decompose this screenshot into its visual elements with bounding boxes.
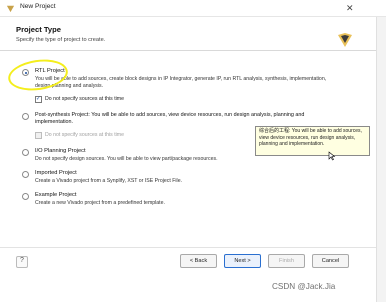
watermark: CSDN @Jack.Jia [272, 282, 336, 291]
mouse-cursor-icon [328, 151, 336, 161]
window-title: New Project [20, 3, 56, 10]
vivado-logo [338, 33, 352, 47]
option-example-project[interactable]: Example Project Create a new Vivado proj… [22, 191, 352, 207]
next-button[interactable]: Next > [224, 254, 261, 268]
back-button[interactable]: < Back [180, 254, 217, 268]
help-icon[interactable] [16, 256, 28, 268]
close-icon[interactable]: ✕ [346, 2, 354, 14]
radio-post-synthesis[interactable] [22, 113, 29, 120]
radio-io-planning[interactable] [22, 149, 29, 156]
option-label: Post-synthesis Project: You will be able… [35, 112, 305, 125]
option-label: Example Project [35, 192, 77, 198]
scrollbar[interactable] [376, 17, 386, 302]
radio-example[interactable] [22, 193, 29, 200]
radio-imported[interactable] [22, 171, 29, 178]
page-title: Project Type [16, 25, 62, 34]
wizard-footer: < Back Next > Finish Cancel [0, 247, 386, 302]
option-description: You will be able to add sources, create … [35, 76, 327, 89]
cancel-button[interactable]: Cancel [312, 254, 349, 268]
checkbox-label: Do not specify sources at this time [45, 96, 124, 102]
page-header: Project Type Specify the type of project… [0, 17, 386, 51]
finish-button[interactable]: Finish [268, 254, 305, 268]
checkbox-post-synthesis-no-sources [35, 132, 42, 139]
option-rtl-project[interactable]: RTL Project You will be able to add sour… [22, 67, 352, 99]
checkbox-label: Do not specify sources at this time [45, 132, 124, 138]
vivado-icon [6, 5, 15, 13]
option-label: Imported Project [35, 170, 77, 176]
title-bar: New Project ✕ [0, 0, 386, 17]
option-label: I/O Planning Project [35, 148, 86, 154]
tooltip: 综合后的工程: You will be able to add sources,… [255, 126, 370, 156]
page-subtitle: Specify the type of project to create. [16, 37, 106, 43]
new-project-dialog: New Project ✕ Project Type Specify the t… [0, 0, 386, 302]
checkbox-rtl-no-sources[interactable]: ✓ [35, 96, 42, 103]
option-description: Do not specify design sources. You will … [35, 156, 218, 162]
option-description: Create a Vivado project from a Synplify,… [35, 178, 183, 184]
option-description: Create a new Vivado project from a prede… [35, 200, 165, 206]
option-imported-project[interactable]: Imported Project Create a Vivado project… [22, 169, 352, 185]
